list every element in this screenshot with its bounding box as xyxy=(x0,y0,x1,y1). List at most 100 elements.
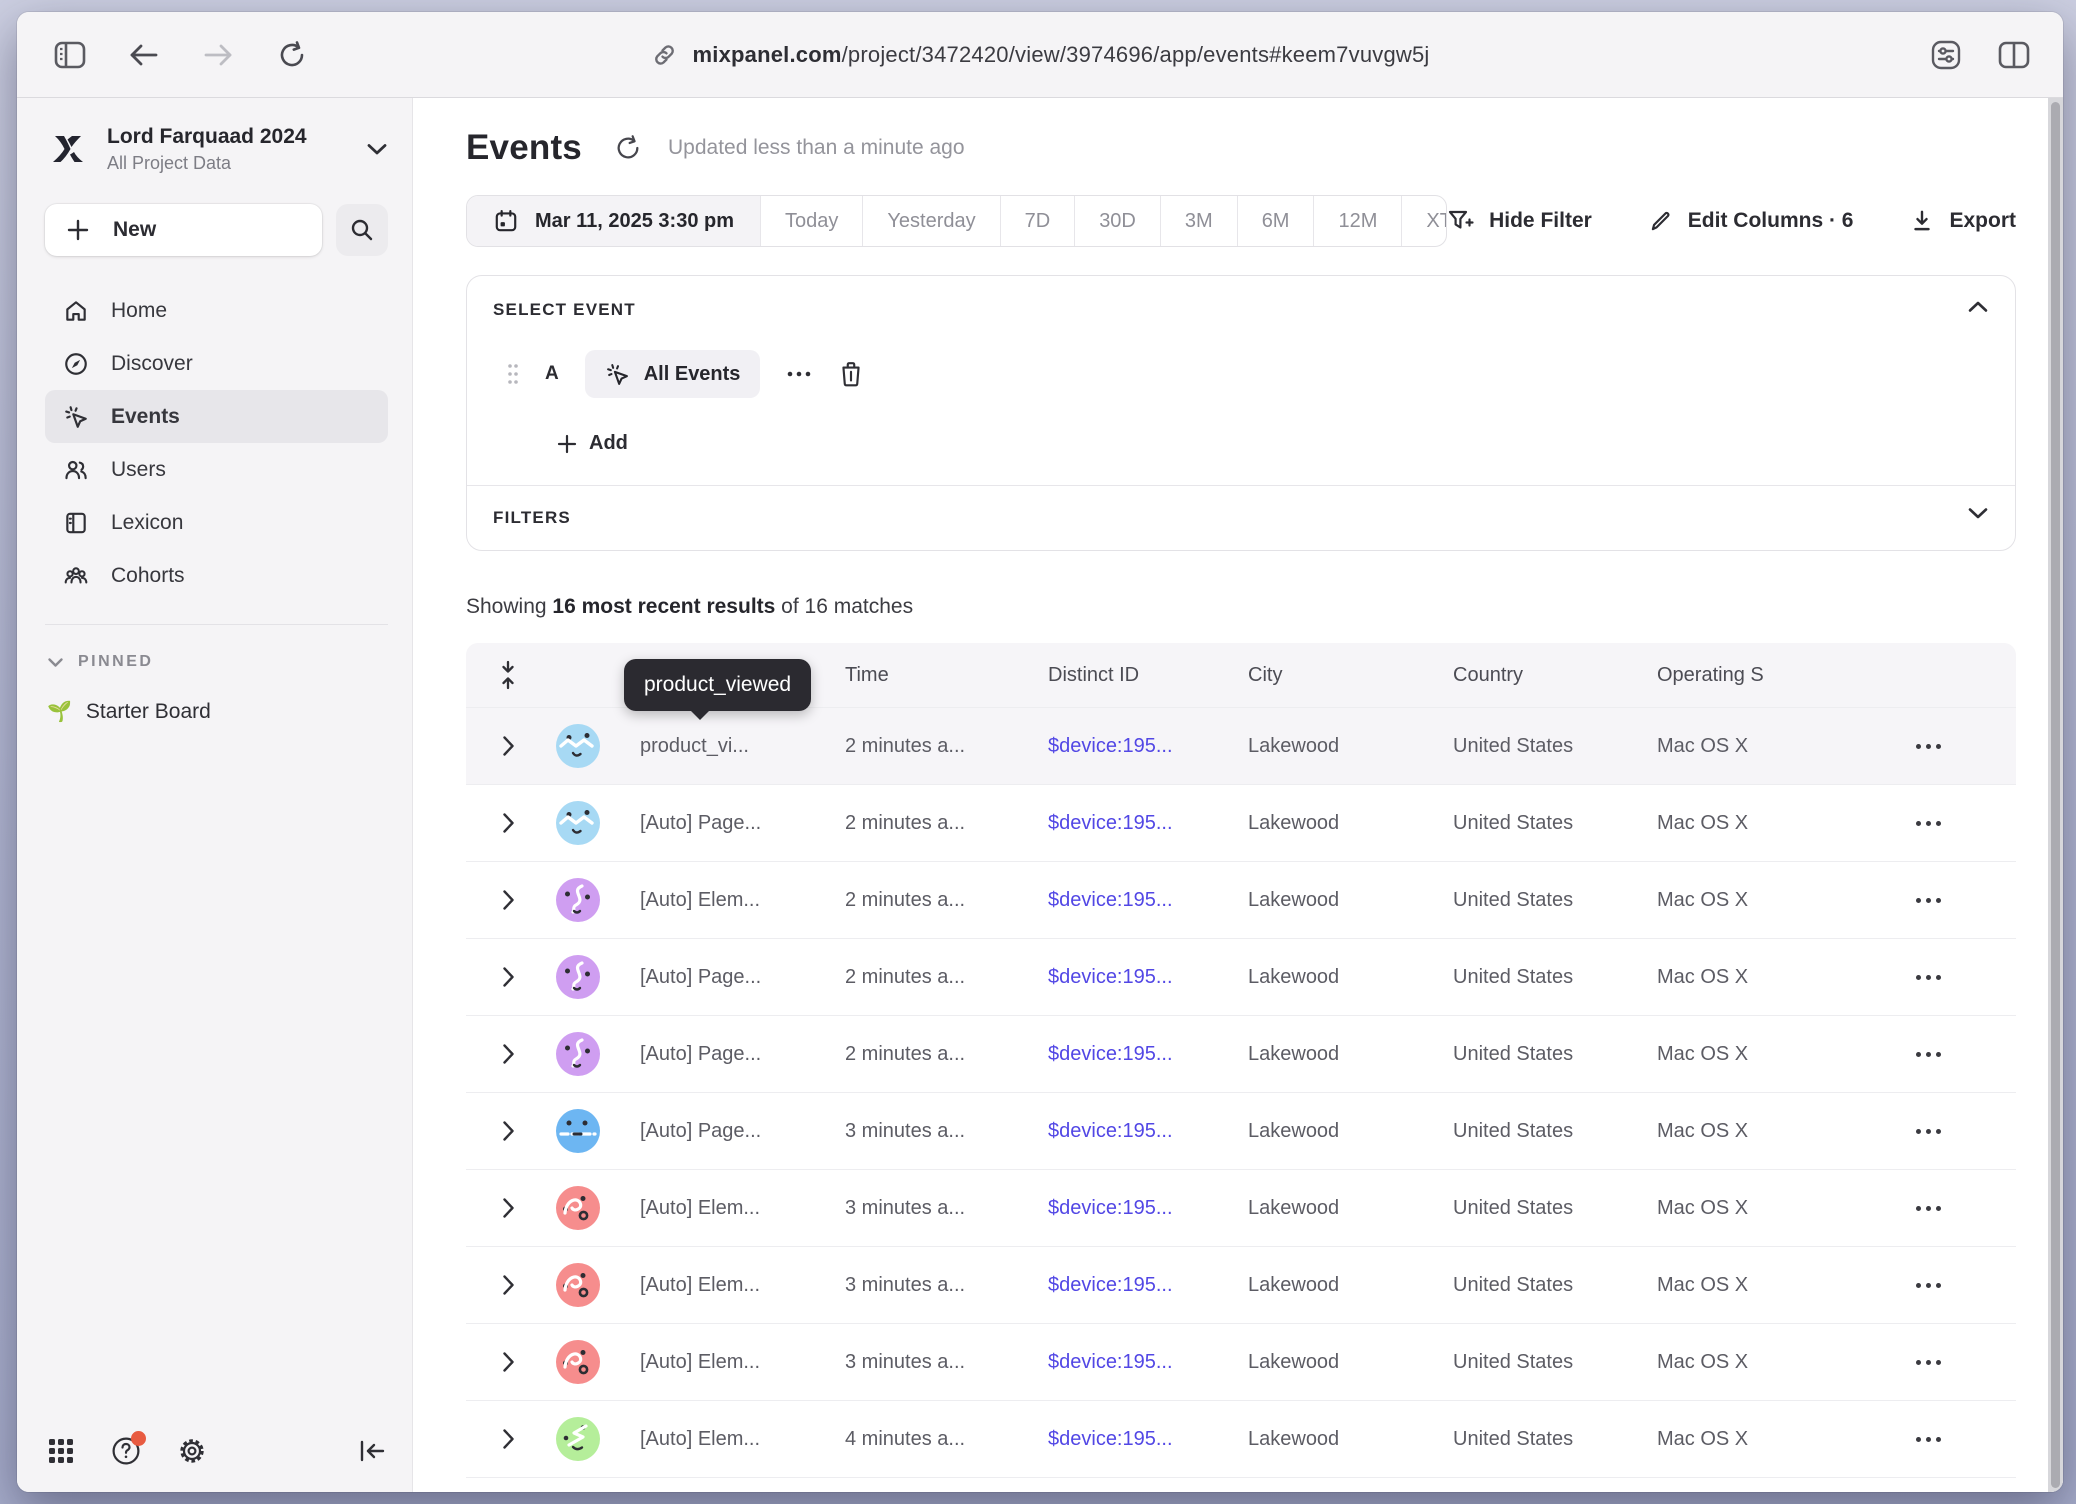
collapse-sidebar-icon[interactable] xyxy=(358,1439,386,1463)
row-actions-icon[interactable] xyxy=(1840,744,2016,749)
country-cell: United States xyxy=(1453,735,1657,758)
sidebar-item-discover[interactable]: Discover xyxy=(45,337,388,390)
sidebar-item-users[interactable]: Users xyxy=(45,443,388,496)
time-cell: 2 minutes a... xyxy=(845,889,1048,912)
distinct-id-link[interactable]: $device:195... xyxy=(1048,1120,1248,1143)
column-time[interactable]: Time xyxy=(845,664,1048,687)
browser-page-settings-icon[interactable] xyxy=(1929,38,1963,72)
distinct-id-link[interactable]: $device:195... xyxy=(1048,735,1248,758)
event-avatar xyxy=(550,1340,640,1384)
table-row[interactable]: [Auto] Elem... 4 minutes a... $device:19… xyxy=(466,1400,2016,1477)
browser-split-view-icon[interactable] xyxy=(1997,38,2031,72)
row-actions-icon[interactable] xyxy=(1840,1129,2016,1134)
sidebar-item-starter-board[interactable]: 🌱 Starter Board xyxy=(47,699,388,724)
sidebar-divider xyxy=(45,624,388,625)
distinct-id-link[interactable]: $device:195... xyxy=(1048,1351,1248,1374)
table-row[interactable]: [Auto] Page... 2 minutes a... $device:19… xyxy=(466,1015,2016,1092)
scrollbar-thumb[interactable] xyxy=(2051,102,2060,1488)
range-segment-12m[interactable]: 12M xyxy=(1314,196,1402,246)
url-path: /project/3472420/view/3974696/app/events… xyxy=(842,42,1430,67)
range-segment-today[interactable]: Today xyxy=(761,196,863,246)
collapse-all-rows-icon[interactable] xyxy=(466,660,550,690)
row-actions-icon[interactable] xyxy=(1840,1206,2016,1211)
settings-gear-icon[interactable] xyxy=(177,1436,207,1466)
range-segment-xtd[interactable]: XTD xyxy=(1402,196,1447,246)
hide-filter-button[interactable]: Hide Filter xyxy=(1447,208,1592,234)
time-cell: 3 minutes a... xyxy=(845,1351,1048,1374)
filter-funnel-icon xyxy=(1447,208,1475,234)
help-button[interactable] xyxy=(111,1436,141,1466)
row-actions-icon[interactable] xyxy=(1840,1360,2016,1365)
sidebar-item-lexicon[interactable]: Lexicon xyxy=(45,496,388,549)
all-events-chip[interactable]: All Events xyxy=(585,350,761,398)
range-segment-yesterday[interactable]: Yesterday xyxy=(863,196,1000,246)
browser-back-icon[interactable] xyxy=(127,38,161,72)
event-tooltip: product_viewed xyxy=(624,659,811,711)
city-cell: Lakewood xyxy=(1248,812,1453,835)
expand-section-chevron-down-icon[interactable] xyxy=(1967,506,1989,520)
collapse-section-chevron-up-icon[interactable] xyxy=(1967,300,1989,314)
table-row[interactable]: [Auto] Page... 2 minutes a... $device:19… xyxy=(466,938,2016,1015)
browser-forward-icon[interactable] xyxy=(201,38,235,72)
time-cell: 3 minutes a... xyxy=(845,1274,1048,1297)
table-row[interactable]: [Auto] Elem... 3 minutes a... $device:19… xyxy=(466,1246,2016,1323)
row-expander xyxy=(466,1351,550,1373)
distinct-id-link[interactable]: $device:195... xyxy=(1048,1428,1248,1451)
table-row[interactable]: [Auto] Elem... 3 minutes a... $device:19… xyxy=(466,1323,2016,1400)
table-row[interactable]: [Auto] Elem... 4 minutes a... $device:19… xyxy=(466,1477,2016,1492)
distinct-id-link[interactable]: $device:195... xyxy=(1048,889,1248,912)
browser-reload-icon[interactable] xyxy=(275,38,309,72)
url-domain: mixpanel.com xyxy=(692,42,841,67)
row-actions-icon[interactable] xyxy=(1840,1437,2016,1442)
table-row[interactable]: [Auto] Elem... 2 minutes a... $device:19… xyxy=(466,861,2016,938)
table-row[interactable]: [Auto] Elem... 3 minutes a... $device:19… xyxy=(466,1169,2016,1246)
city-cell: Lakewood xyxy=(1248,1043,1453,1066)
city-cell: Lakewood xyxy=(1248,1351,1453,1374)
event-avatar xyxy=(550,1417,640,1461)
distinct-id-link[interactable]: $device:195... xyxy=(1048,1197,1248,1220)
apps-grid-icon[interactable] xyxy=(47,1437,75,1465)
distinct-id-link[interactable]: $device:195... xyxy=(1048,1274,1248,1297)
table-row[interactable]: [Auto] Page... 3 minutes a... $device:19… xyxy=(466,1092,2016,1169)
project-switcher[interactable]: Lord Farquaad 2024 All Project Data xyxy=(45,124,388,174)
sidebar-item-home[interactable]: Home xyxy=(45,284,388,337)
row-expander xyxy=(466,1043,550,1065)
export-label: Export xyxy=(1949,209,2016,233)
refresh-icon[interactable] xyxy=(614,134,642,162)
export-button[interactable]: Export xyxy=(1909,208,2016,234)
distinct-id-link[interactable]: $device:195... xyxy=(1048,812,1248,835)
users-icon xyxy=(63,457,89,483)
edit-columns-button[interactable]: Edit Columns · 6 xyxy=(1648,208,1854,234)
column-operating-system[interactable]: Operating S xyxy=(1657,664,1840,687)
distinct-id-link[interactable]: $device:195... xyxy=(1048,1043,1248,1066)
column-distinct-id[interactable]: Distinct ID xyxy=(1048,664,1248,687)
more-options-icon[interactable] xyxy=(786,370,812,378)
date-picker-button[interactable]: Mar 11, 2025 3:30 pm xyxy=(467,196,761,246)
sidebar-item-cohorts[interactable]: Cohorts xyxy=(45,549,388,602)
range-segment-3m[interactable]: 3M xyxy=(1161,196,1238,246)
row-actions-icon[interactable] xyxy=(1840,975,2016,980)
page-scrollbar[interactable] xyxy=(2048,98,2063,1492)
row-actions-icon[interactable] xyxy=(1840,821,2016,826)
range-segment-7d[interactable]: 7D xyxy=(1001,196,1076,246)
delete-trash-icon[interactable] xyxy=(838,360,864,388)
new-button[interactable]: New xyxy=(45,204,322,256)
range-segment-30d[interactable]: 30D xyxy=(1075,196,1161,246)
browser-sidebar-toggle-icon[interactable] xyxy=(53,38,87,72)
column-country[interactable]: Country xyxy=(1453,664,1657,687)
distinct-id-link[interactable]: $device:195... xyxy=(1048,966,1248,989)
pinned-section-toggle[interactable]: PINNED xyxy=(47,653,388,671)
row-actions-icon[interactable] xyxy=(1840,1052,2016,1057)
search-button[interactable] xyxy=(336,204,388,256)
address-bar[interactable]: mixpanel.com/project/3472420/view/397469… xyxy=(692,42,1429,68)
row-actions-icon[interactable] xyxy=(1840,1283,2016,1288)
os-cell: Mac OS X xyxy=(1657,1043,1840,1066)
sidebar-item-events[interactable]: Events xyxy=(45,390,388,443)
pinned-label: PINNED xyxy=(78,653,153,671)
range-segment-6m[interactable]: 6M xyxy=(1238,196,1315,246)
row-actions-icon[interactable] xyxy=(1840,898,2016,903)
column-city[interactable]: City xyxy=(1248,664,1453,687)
add-event-button[interactable]: Add xyxy=(557,432,1989,455)
drag-handle-icon[interactable] xyxy=(507,362,519,386)
table-row[interactable]: [Auto] Page... 2 minutes a... $device:19… xyxy=(466,784,2016,861)
